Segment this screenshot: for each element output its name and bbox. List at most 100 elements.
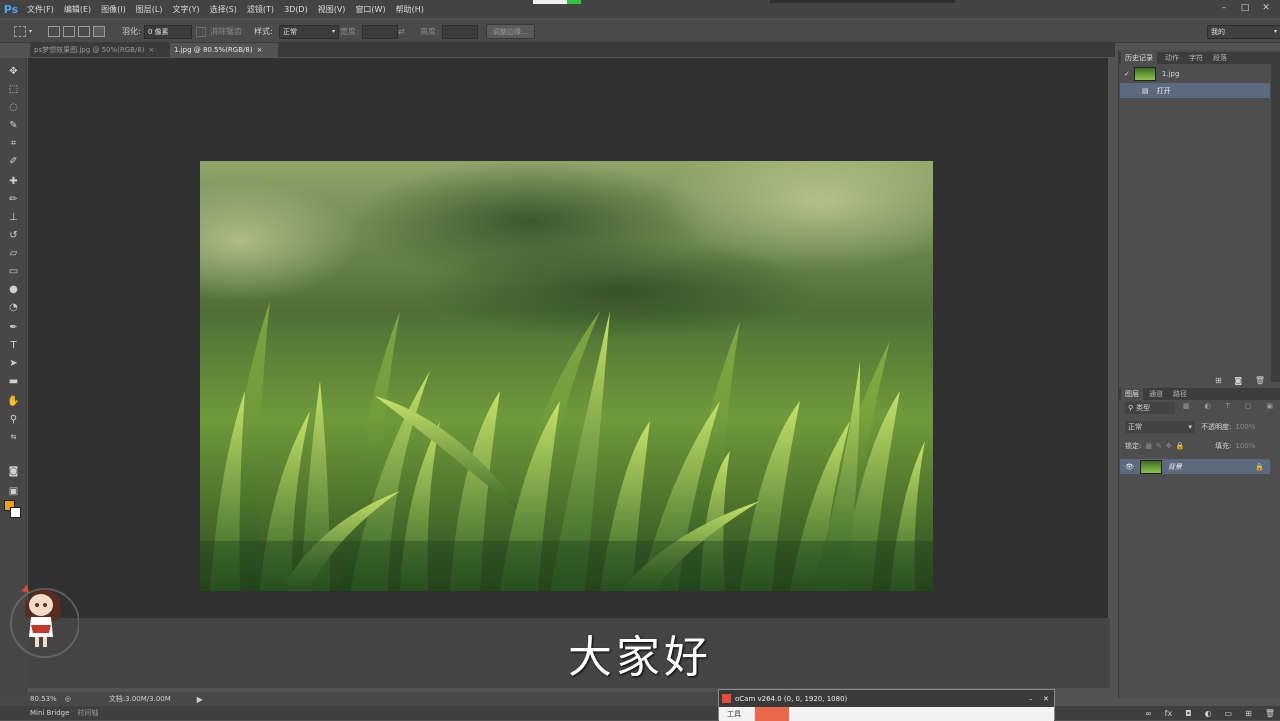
tab-character[interactable]: 字符: [1185, 52, 1207, 64]
ocam-tool-label[interactable]: 工具: [727, 709, 741, 719]
tab-actions[interactable]: 动作: [1161, 52, 1183, 64]
healing-brush-tool-icon[interactable]: ✚: [5, 174, 22, 189]
menu-filter[interactable]: 滤镜(T): [242, 4, 279, 15]
tab-1jpg[interactable]: 1.jpg @ 80.5%(RGB/8) ×: [170, 43, 278, 57]
new-group-icon[interactable]: ▭: [1225, 709, 1233, 718]
gradient-tool-icon[interactable]: ▭: [5, 264, 22, 279]
minimize-button[interactable]: –: [1216, 2, 1232, 14]
intersect-selection-icon[interactable]: [93, 26, 105, 37]
pixel-filter-icon[interactable]: ▦: [1183, 402, 1190, 414]
tab-layers[interactable]: 图层: [1121, 388, 1143, 400]
eye-icon[interactable]: 👁: [1125, 463, 1134, 471]
tab-history[interactable]: 历史记录: [1121, 52, 1157, 64]
close-icon[interactable]: ×: [149, 46, 155, 54]
close-button[interactable]: ✕: [1258, 2, 1274, 14]
new-layer-icon[interactable]: ⊞: [1245, 709, 1252, 718]
swap-icon[interactable]: ⇄: [398, 27, 405, 36]
zoom-tool-icon[interactable]: ⚲: [5, 412, 22, 427]
link-layers-icon[interactable]: ∞: [1145, 709, 1152, 718]
timeline-tab[interactable]: 时间轴: [77, 708, 98, 718]
history-brush-tool-icon[interactable]: ↺: [5, 228, 22, 243]
menu-layer[interactable]: 图层(L): [131, 4, 168, 15]
history-step-row[interactable]: ▤ 打开: [1120, 83, 1270, 98]
tab-paths[interactable]: 路径: [1169, 388, 1191, 400]
subtract-selection-icon[interactable]: [78, 26, 90, 37]
fill-value[interactable]: 100%: [1235, 442, 1255, 450]
blur-tool-icon[interactable]: ●: [5, 282, 22, 297]
delete-layer-icon[interactable]: 🗑: [1265, 709, 1275, 718]
new-document-from-state-icon[interactable]: ⊞: [1215, 376, 1222, 386]
quick-mask-icon[interactable]: ◙: [5, 464, 22, 479]
tab-dream-effect[interactable]: ps梦想效果图.jpg @ 50%(RGB/8) ×: [30, 43, 176, 57]
type-tool-icon[interactable]: T: [5, 338, 22, 353]
background-color-swatch[interactable]: [10, 507, 21, 518]
close-icon[interactable]: ×: [257, 46, 263, 54]
menu-edit[interactable]: 编辑(E): [59, 4, 96, 15]
status-menu-arrow-icon[interactable]: ▶: [197, 695, 203, 704]
shape-tool-icon[interactable]: ▬: [5, 374, 22, 389]
maximize-button[interactable]: □: [1237, 2, 1253, 14]
tab-label: ps梦想效果图.jpg @ 50%(RGB/8): [34, 46, 145, 54]
marquee-preset-picker[interactable]: ▾: [14, 20, 32, 43]
shape-filter-icon[interactable]: ▢: [1245, 402, 1252, 414]
camera-icon[interactable]: ◙: [1234, 376, 1242, 386]
adjustment-filter-icon[interactable]: ◐: [1205, 402, 1211, 414]
menu-type[interactable]: 文字(Y): [167, 4, 204, 15]
antialias-checkbox[interactable]: [196, 26, 206, 37]
swap-colors-icon[interactable]: ⇆: [5, 430, 22, 445]
lock-icons[interactable]: ▦✎✥🔒: [1145, 442, 1188, 450]
refine-edge-button[interactable]: 调整边缘...: [486, 24, 535, 39]
pen-tool-icon[interactable]: ✒: [5, 320, 22, 335]
type-filter-icon[interactable]: T: [1226, 402, 1230, 414]
height-input[interactable]: [442, 24, 478, 39]
move-tool-icon[interactable]: ✥: [5, 64, 22, 79]
marquee-tool-icon[interactable]: ⬚: [5, 82, 22, 97]
ocam-close-button[interactable]: ✕: [1043, 695, 1049, 703]
smart-filter-icon[interactable]: ▣: [1266, 402, 1273, 414]
style-select[interactable]: 正常 ▾: [279, 24, 339, 39]
brush-tool-icon[interactable]: ✏: [5, 192, 22, 207]
history-snapshot-row[interactable]: ✓ 1.jpg: [1120, 66, 1270, 81]
menu-file[interactable]: 文件(F): [22, 4, 59, 15]
clone-stamp-tool-icon[interactable]: ⊥: [5, 210, 22, 225]
menu-view[interactable]: 视图(V): [313, 4, 351, 15]
opacity-value[interactable]: 100%: [1235, 423, 1255, 431]
dodge-tool-icon[interactable]: ◔: [5, 300, 22, 315]
layer-row-background[interactable]: 👁 背景 🔒: [1120, 459, 1270, 474]
new-selection-icon[interactable]: [48, 26, 60, 37]
feather-input[interactable]: 0 像素: [144, 24, 192, 39]
quick-selection-tool-icon[interactable]: ✎: [5, 118, 22, 133]
mini-bridge-tab[interactable]: Mini Bridge: [30, 709, 69, 717]
menu-help[interactable]: 帮助(H): [391, 4, 429, 15]
crop-tool-icon[interactable]: ⌗: [5, 136, 22, 151]
menu-select[interactable]: 选择(S): [205, 4, 242, 15]
trash-icon[interactable]: 🗑: [1255, 376, 1265, 386]
layer-name[interactable]: 背景: [1168, 462, 1182, 472]
grass-photo[interactable]: [200, 161, 933, 591]
zoom-level[interactable]: 80.53%: [30, 695, 57, 703]
history-scrollbar[interactable]: [1271, 62, 1280, 382]
path-selection-tool-icon[interactable]: ➤: [5, 356, 22, 371]
hand-tool-icon[interactable]: ✋: [5, 394, 22, 409]
add-mask-icon[interactable]: ◘: [1185, 709, 1191, 718]
width-input[interactable]: [362, 24, 398, 39]
menu-window[interactable]: 窗口(W): [350, 4, 390, 15]
menu-3d[interactable]: 3D(D): [279, 5, 313, 14]
eraser-tool-icon[interactable]: ▱: [5, 246, 22, 261]
workspace-select[interactable]: 我的 ▾: [1207, 24, 1280, 39]
tab-paragraph[interactable]: 段落: [1209, 52, 1231, 64]
ocam-minimize-button[interactable]: –: [1029, 695, 1033, 703]
add-selection-icon[interactable]: [63, 26, 75, 37]
ocam-title-bar[interactable]: oCam v264.0 (0, 0, 1920, 1080) – ✕: [719, 690, 1054, 707]
layer-style-icon[interactable]: fx: [1165, 709, 1173, 718]
adjustment-layer-icon[interactable]: ◐: [1205, 709, 1212, 718]
tab-channels[interactable]: 通道: [1145, 388, 1167, 400]
lasso-tool-icon[interactable]: ◌: [5, 100, 22, 115]
layer-filter-select[interactable]: ⚲ 类型: [1125, 402, 1175, 414]
menu-image[interactable]: 图像(I): [96, 4, 131, 15]
blend-mode-select[interactable]: 正常 ▾: [1125, 421, 1195, 433]
ocam-record-icon[interactable]: [755, 707, 789, 721]
status-info-icon[interactable]: ◎: [65, 695, 71, 703]
screen-mode-icon[interactable]: ▣: [5, 484, 22, 499]
eyedropper-tool-icon[interactable]: ✐: [5, 154, 22, 169]
